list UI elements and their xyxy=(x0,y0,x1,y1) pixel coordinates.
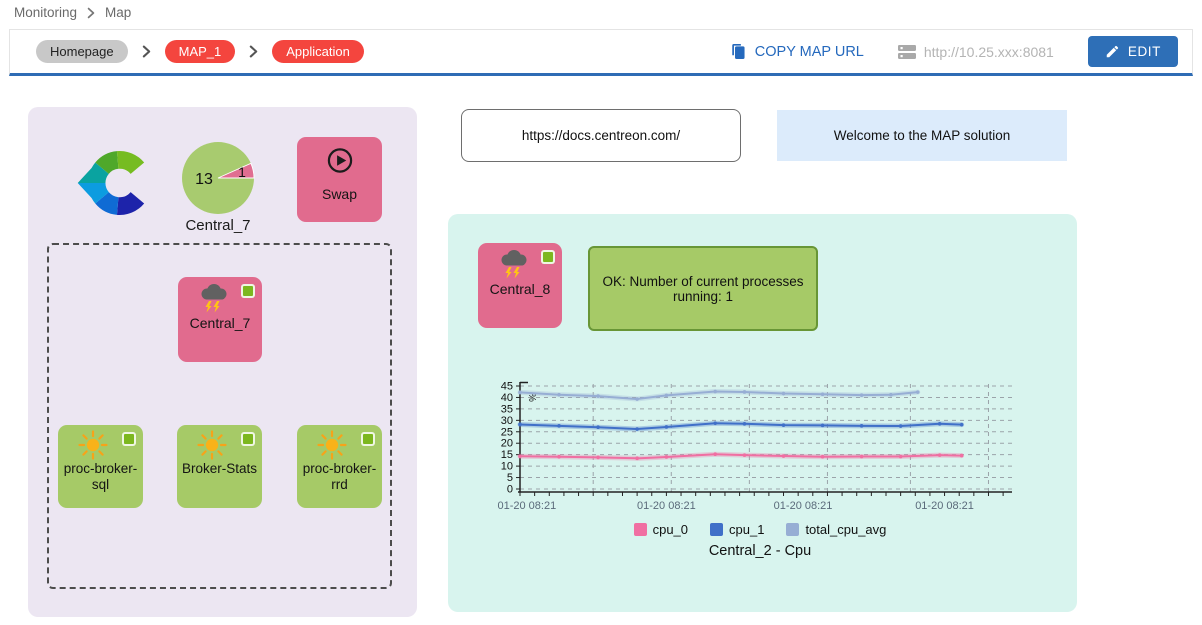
svg-text:40: 40 xyxy=(501,392,513,404)
status-badge xyxy=(241,284,255,298)
legend-item: cpu_1 xyxy=(710,522,764,537)
svg-text:01-20 08:21: 01-20 08:21 xyxy=(774,500,833,512)
map-group-right: Central_8 OK: Number of current processe… xyxy=(448,214,1077,612)
svg-text:01-20 08:21: 01-20 08:21 xyxy=(497,500,556,512)
server-url: http://10.25.xxx:8081 xyxy=(898,44,1054,60)
node-proc-broker-rrd[interactable]: proc-broker-rrd xyxy=(297,425,382,508)
svg-text:10: 10 xyxy=(501,461,513,473)
status-badge xyxy=(241,432,255,446)
welcome-text-box: Welcome to the MAP solution xyxy=(777,110,1067,161)
status-message-text: OK: Number of current processes running:… xyxy=(602,274,804,304)
node-label: proc-broker-sql xyxy=(58,461,143,493)
status-badge xyxy=(122,432,136,446)
chevron-right-icon xyxy=(249,45,258,58)
breadcrumb-map[interactable]: Map xyxy=(105,5,131,20)
svg-text:01-20 08:21: 01-20 08:21 xyxy=(637,500,696,512)
svg-text:0: 0 xyxy=(507,484,513,496)
node-label: Central_8 xyxy=(478,281,562,297)
chevron-right-icon xyxy=(142,45,151,58)
sun-icon xyxy=(197,430,227,460)
svg-text:20: 20 xyxy=(501,438,513,450)
node-central7[interactable]: Central_7 xyxy=(178,277,262,362)
cpu-chart: 051015202530354045 01-20 08:21 01-20 08:21… xyxy=(490,380,1030,520)
chevron-right-icon xyxy=(87,7,95,19)
copy-map-url-label: COPY MAP URL xyxy=(755,44,864,60)
copy-icon xyxy=(730,43,747,60)
chart-title: Central_2 - Cpu xyxy=(490,543,1030,559)
status-message-box: OK: Number of current processes running:… xyxy=(588,246,818,331)
pencil-icon xyxy=(1105,45,1119,59)
node-central8[interactable]: Central_8 xyxy=(478,243,562,328)
server-url-text: http://10.25.xxx:8081 xyxy=(924,44,1054,60)
edit-button-label: EDIT xyxy=(1128,44,1161,59)
chart-legend: cpu_0 cpu_1 total_cpu_avg xyxy=(490,522,1030,537)
legend-item: total_cpu_avg xyxy=(786,522,886,537)
map-breadcrumb: Homepage MAP_1 Application xyxy=(36,40,364,63)
svg-text:01-20 08:21: 01-20 08:21 xyxy=(915,500,974,512)
svg-text:15: 15 xyxy=(501,449,513,461)
status-badge xyxy=(361,432,375,446)
breadcrumb-monitoring[interactable]: Monitoring xyxy=(14,5,77,20)
pie-critical-count: 1 xyxy=(238,164,246,180)
node-proc-broker-sql[interactable]: proc-broker-sql xyxy=(58,425,143,508)
breadcrumb: Monitoring Map xyxy=(14,5,131,20)
svg-text:5: 5 xyxy=(507,472,513,484)
map-breadcrumb-homepage[interactable]: Homepage xyxy=(36,40,128,63)
svg-text:30: 30 xyxy=(501,415,513,427)
map-breadcrumb-map1[interactable]: MAP_1 xyxy=(165,40,236,63)
pie-widget-label: Central_7 xyxy=(154,217,282,234)
edit-button[interactable]: EDIT xyxy=(1088,36,1178,67)
docs-link-box[interactable]: https://docs.centreon.com/ xyxy=(461,109,741,162)
welcome-text: Welcome to the MAP solution xyxy=(834,128,1011,143)
sun-icon xyxy=(78,430,108,460)
storm-icon xyxy=(197,282,231,313)
play-icon xyxy=(326,147,353,174)
node-label: Central_7 xyxy=(178,315,262,331)
node-swap[interactable]: Swap xyxy=(297,137,382,222)
server-icon xyxy=(898,45,916,59)
sun-icon xyxy=(317,430,347,460)
toolbar-actions: COPY MAP URL http://10.25.xxx:8081 EDIT xyxy=(730,36,1178,67)
map-breadcrumb-application[interactable]: Application xyxy=(272,40,364,63)
legend-item: cpu_0 xyxy=(634,522,688,537)
map-group-left: 13 1 Central_7 Swap Central_7 xyxy=(28,107,417,617)
docs-link-text: https://docs.centreon.com/ xyxy=(522,128,680,143)
node-label: proc-broker-rrd xyxy=(297,461,382,493)
status-badge xyxy=(541,250,555,264)
copy-map-url-button[interactable]: COPY MAP URL xyxy=(730,43,864,60)
node-label: Swap xyxy=(297,186,382,202)
svg-text:35: 35 xyxy=(501,403,513,415)
centreon-map-page: Monitoring Map Homepage MAP_1 Applicatio… xyxy=(0,0,1202,625)
node-label: Broker-Stats xyxy=(177,461,262,477)
storm-icon xyxy=(497,248,531,279)
pie-chart-icon: 13 1 xyxy=(180,140,256,216)
map-toolbar: Homepage MAP_1 Application COPY MAP URL … xyxy=(9,29,1193,76)
node-broker-stats[interactable]: Broker-Stats xyxy=(177,425,262,508)
svg-text:45: 45 xyxy=(501,381,513,393)
pie-ok-count: 13 xyxy=(195,171,213,188)
centreon-logo xyxy=(70,141,156,225)
svg-text:25: 25 xyxy=(501,426,513,438)
